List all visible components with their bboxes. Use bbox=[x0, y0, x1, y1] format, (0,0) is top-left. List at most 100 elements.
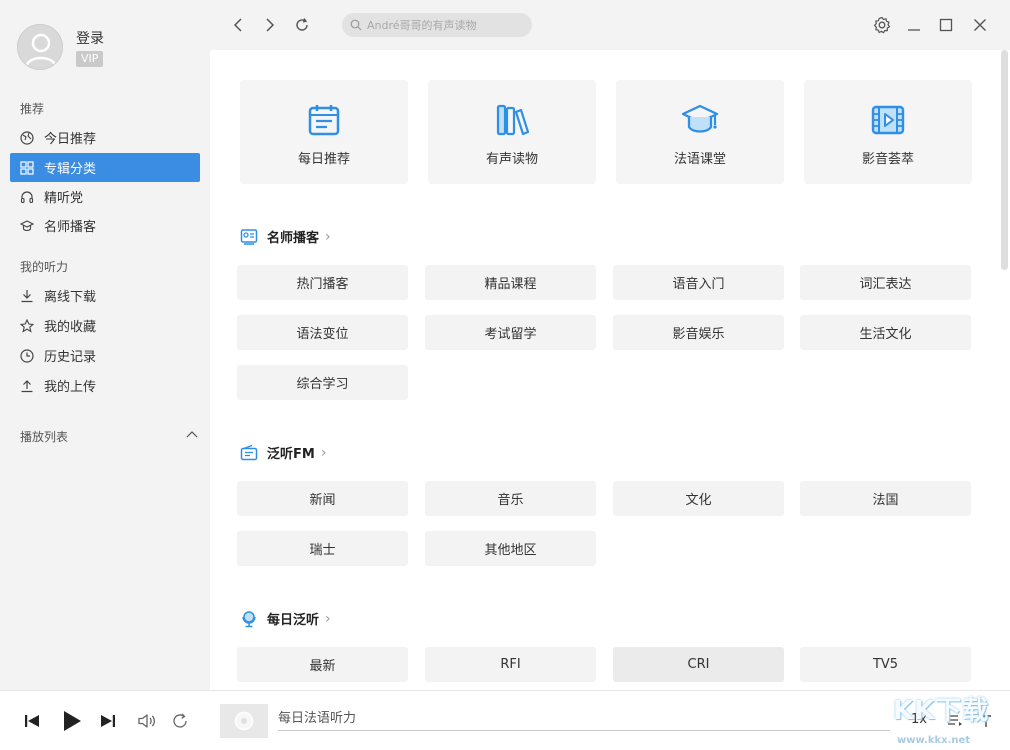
sidebar-item-label: 名师播客 bbox=[44, 220, 97, 235]
watermark-url: www.kkx.net bbox=[897, 735, 971, 746]
tag-item[interactable]: 影音娱乐 bbox=[613, 315, 784, 350]
tag-item[interactable]: RFI bbox=[425, 647, 596, 682]
section-title-mine: 我的听力 bbox=[20, 260, 69, 274]
chevron-right-icon: › bbox=[325, 610, 331, 627]
tag-item[interactable]: 考试留学 bbox=[425, 315, 596, 350]
download-icon bbox=[20, 289, 34, 303]
tag-item[interactable]: 词汇表达 bbox=[800, 265, 971, 300]
sidebar-item-albums[interactable]: 专辑分类 bbox=[10, 153, 200, 182]
sidebar-item-label: 我的收藏 bbox=[44, 320, 97, 335]
back-button[interactable] bbox=[228, 14, 248, 36]
album-cover[interactable] bbox=[220, 704, 268, 738]
tag-item[interactable]: 瑞士 bbox=[237, 531, 408, 566]
grid-icon bbox=[20, 160, 34, 175]
upload-icon bbox=[20, 379, 34, 393]
tag-item[interactable]: 综合学习 bbox=[237, 365, 408, 400]
books-icon bbox=[492, 100, 532, 140]
sidebar-item-label: 今日推荐 bbox=[44, 132, 97, 147]
progress-bar[interactable] bbox=[278, 730, 890, 731]
watermark-brand: KK下载 bbox=[893, 696, 990, 726]
card-daily-recommend[interactable]: 每日推荐 bbox=[240, 80, 408, 184]
sidebar-item-today[interactable]: 今日推荐 bbox=[10, 123, 200, 152]
search-input[interactable] bbox=[367, 18, 527, 32]
skip-forward-icon bbox=[101, 715, 115, 727]
chevron-right-icon: › bbox=[325, 228, 331, 245]
refresh-icon bbox=[296, 18, 308, 31]
sidebar-item-download[interactable]: 离线下载 bbox=[10, 281, 200, 310]
chevron-left-icon bbox=[233, 18, 242, 32]
minimize-icon bbox=[908, 29, 920, 31]
sidebar-item-label: 专辑分类 bbox=[44, 162, 97, 177]
globe-icon bbox=[20, 130, 34, 145]
forward-button[interactable] bbox=[260, 14, 280, 36]
sidebar-item-label: 精听党 bbox=[44, 191, 84, 206]
tag-item[interactable]: TV5 bbox=[800, 647, 971, 682]
chevron-right-icon bbox=[266, 18, 275, 32]
tag-item[interactable]: 语法变位 bbox=[237, 315, 408, 350]
card-label: 有声读物 bbox=[485, 152, 538, 167]
volume-button[interactable] bbox=[137, 711, 157, 731]
vip-badge: VIP bbox=[76, 51, 104, 67]
tag-item[interactable]: 热门播客 bbox=[237, 265, 408, 300]
tag-item[interactable]: 音乐 bbox=[425, 481, 596, 516]
tag-item[interactable]: 最新 bbox=[237, 647, 408, 682]
card-french-class[interactable]: 法语课堂 bbox=[616, 80, 784, 184]
sidebar: 登录 VIP 推荐 今日推荐 专辑分类 精听党 名师播客 我的听力 离线下载 我… bbox=[0, 0, 210, 690]
skip-back-icon bbox=[25, 715, 39, 727]
section-title: 每日泛听 bbox=[267, 613, 320, 628]
sidebar-item-label: 离线下载 bbox=[44, 290, 97, 305]
sidebar-item-upload[interactable]: 我的上传 bbox=[10, 371, 200, 400]
login-link[interactable]: 登录 bbox=[76, 28, 104, 48]
tag-item[interactable]: 语音入门 bbox=[613, 265, 784, 300]
section-title: 名师播客 bbox=[267, 231, 320, 246]
section-header-fm[interactable]: 泛听FM › bbox=[240, 443, 326, 462]
tag-item[interactable]: 新闻 bbox=[237, 481, 408, 516]
repeat-icon bbox=[173, 713, 187, 728]
sidebar-item-label: 我的上传 bbox=[44, 380, 97, 395]
close-button[interactable] bbox=[970, 14, 990, 36]
section-title-playlist: 播放列表 bbox=[20, 430, 69, 444]
maximize-button[interactable] bbox=[936, 14, 956, 36]
tag-item[interactable]: 其他地区 bbox=[425, 531, 596, 566]
chevron-up-icon[interactable] bbox=[185, 428, 199, 442]
play-button[interactable] bbox=[60, 709, 84, 733]
previous-button[interactable] bbox=[22, 711, 42, 731]
settings-button[interactable] bbox=[872, 14, 892, 36]
next-button[interactable] bbox=[98, 711, 118, 731]
card-label: 每日推荐 bbox=[297, 152, 350, 167]
section-header-daily-listening[interactable]: 每日泛听 › bbox=[240, 609, 331, 628]
card-audiobooks[interactable]: 有声读物 bbox=[428, 80, 596, 184]
user-panel[interactable]: 登录 VIP bbox=[17, 24, 104, 70]
maximize-icon bbox=[939, 18, 953, 32]
tag-item[interactable]: 文化 bbox=[613, 481, 784, 516]
sidebar-item-history[interactable]: 历史记录 bbox=[10, 341, 200, 370]
minimize-button[interactable] bbox=[904, 14, 924, 36]
section-header-podcast[interactable]: 名师播客 › bbox=[240, 227, 331, 246]
avatar[interactable] bbox=[17, 24, 63, 70]
tag-item[interactable]: CRI bbox=[613, 647, 784, 682]
tag-item[interactable]: 法国 bbox=[800, 481, 971, 516]
graduation-cap-icon bbox=[680, 100, 720, 140]
refresh-button[interactable] bbox=[292, 14, 312, 36]
sidebar-item-favorites[interactable]: 我的收藏 bbox=[10, 311, 200, 340]
headphones-icon bbox=[20, 190, 34, 204]
scrollbar[interactable] bbox=[1001, 50, 1008, 270]
search-box[interactable] bbox=[342, 13, 532, 37]
repeat-button[interactable] bbox=[171, 711, 191, 731]
gear-icon bbox=[873, 16, 891, 34]
sidebar-item-label: 历史记录 bbox=[44, 350, 97, 365]
volume-icon bbox=[138, 714, 155, 728]
sidebar-item-intensive[interactable]: 精听党 bbox=[10, 182, 200, 211]
card-label: 法语课堂 bbox=[673, 152, 726, 167]
search-icon bbox=[350, 19, 362, 31]
card-media[interactable]: 影音荟萃 bbox=[804, 80, 972, 184]
tag-item[interactable]: 精品课程 bbox=[425, 265, 596, 300]
clock-icon bbox=[20, 348, 34, 363]
close-icon bbox=[974, 19, 986, 31]
player-bar: 每日法语听力 1x bbox=[0, 690, 1010, 750]
tag-item[interactable]: 生活文化 bbox=[800, 315, 971, 350]
star-icon bbox=[20, 318, 34, 333]
main-content: 每日推荐 有声读物 法语课堂 影音荟萃 名师播客 › 热门播客 精品课程 语音入… bbox=[210, 50, 1010, 690]
sidebar-item-podcast[interactable]: 名师播客 bbox=[10, 211, 200, 240]
topbar bbox=[210, 0, 1010, 50]
